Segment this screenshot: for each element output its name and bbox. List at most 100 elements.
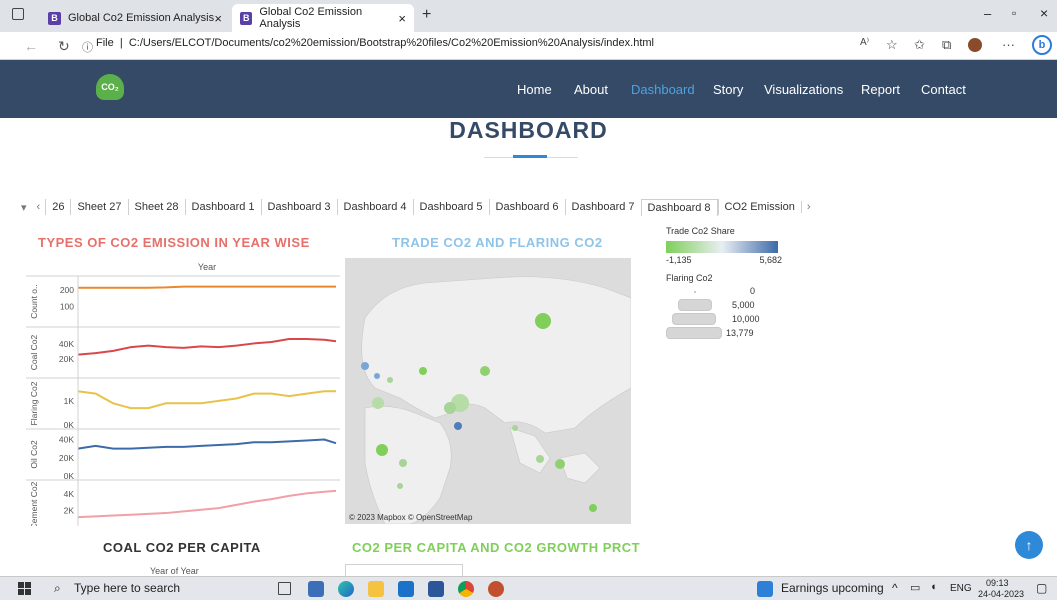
logo[interactable]: CO₂ <box>96 74 124 100</box>
flaring-bubble[interactable] <box>376 444 388 456</box>
y-tick-label: 1K <box>64 396 75 406</box>
flaring-bubble[interactable] <box>589 504 597 512</box>
sheet-tab[interactable]: Sheet 27 <box>70 199 127 215</box>
sheet-tab[interactable]: Dashboard 3 <box>260 199 337 215</box>
tab-close-icon[interactable]: × <box>214 11 222 26</box>
clock-date[interactable]: 24-04-2023 <box>978 589 1024 599</box>
language-indicator[interactable]: ENG <box>950 583 972 594</box>
clock-time[interactable]: 09:13 <box>986 578 1009 588</box>
series-line <box>77 489 337 519</box>
browser-tab-1[interactable]: B Global Co2 Emission Analysis × <box>40 4 230 32</box>
tab-close-icon[interactable]: × <box>398 11 406 26</box>
chrome-icon[interactable] <box>458 581 474 597</box>
mail-icon[interactable] <box>398 581 414 597</box>
sheet-tab[interactable]: Dashboard 1 <box>184 199 261 215</box>
sheet-tab-active[interactable]: Dashboard 8 <box>640 198 718 216</box>
nav-dashboard[interactable]: Dashboard <box>631 82 695 97</box>
flaring-bubble[interactable] <box>419 367 427 375</box>
task-view-icon[interactable] <box>278 582 291 595</box>
back-icon[interactable]: ← <box>24 38 38 54</box>
nav-visualizations[interactable]: Visualizations <box>764 82 843 97</box>
restore-icon[interactable]: ▫ <box>1012 6 1016 20</box>
news-icon[interactable] <box>757 581 773 597</box>
trade-bubble[interactable] <box>374 373 380 379</box>
map-title: TRADE CO2 AND FLARING CO2 <box>392 235 603 250</box>
info-icon[interactable]: ⓘ <box>82 39 93 55</box>
edge-icon[interactable] <box>338 581 354 597</box>
tab-actions-icon[interactable] <box>12 8 24 20</box>
flaring-bubble[interactable] <box>535 313 551 329</box>
bing-icon[interactable]: b <box>1032 35 1052 55</box>
map-svg <box>345 258 631 524</box>
sheet-tab[interactable]: Dashboard 6 <box>488 199 565 215</box>
flaring-bubble[interactable] <box>399 459 407 467</box>
nav-about[interactable]: About <box>574 82 608 97</box>
trade-bubble[interactable] <box>454 422 462 430</box>
sheet-tab[interactable]: 26 <box>45 199 70 215</box>
refresh-icon[interactable]: ↻ <box>58 38 70 55</box>
nav-home[interactable]: Home <box>517 82 552 97</box>
read-aloud-icon[interactable]: A⁾ <box>860 37 869 48</box>
y-tick-label: 20K <box>59 453 74 463</box>
flaring-bubble[interactable] <box>512 425 518 431</box>
collections-icon[interactable]: ⧉ <box>942 37 951 53</box>
tab-favicon-icon: B <box>48 11 61 25</box>
windows-start-icon[interactable] <box>18 582 31 595</box>
trade-bubble[interactable] <box>361 362 369 370</box>
sheet-tab[interactable]: Dashboard 7 <box>564 199 641 215</box>
trade-bubble[interactable] <box>387 377 393 383</box>
favorite-icon[interactable]: ☆ <box>886 37 898 53</box>
notifications-icon[interactable]: ▢ <box>1036 581 1047 595</box>
flaring-bubble[interactable] <box>555 459 565 469</box>
nav-story[interactable]: Story <box>713 82 743 97</box>
url-field[interactable]: File | C:/Users/ELCOT/Documents/co2%20em… <box>96 37 654 49</box>
row-label: Flaring Co2 <box>29 381 39 425</box>
flaring-bubble[interactable] <box>480 366 490 376</box>
row-label: Coal Co2 <box>29 335 39 371</box>
tray-chevron-icon[interactable]: ^ <box>892 581 898 595</box>
volume-icon[interactable]: ◖ <box>930 581 937 593</box>
browser-tab-2[interactable]: B Global Co2 Emission Analysis × <box>232 4 414 32</box>
close-window-icon[interactable]: × <box>1040 5 1048 21</box>
map[interactable] <box>345 258 631 524</box>
file-explorer-icon[interactable] <box>368 581 384 597</box>
flaring-bubble[interactable] <box>397 483 403 489</box>
app-icon[interactable] <box>488 581 504 597</box>
profile-avatar-icon[interactable] <box>968 38 982 52</box>
taskbar-search-input[interactable]: Type here to search <box>74 581 180 595</box>
new-tab-icon[interactable]: + <box>422 6 431 24</box>
search-icon[interactable]: ⌕ <box>54 581 61 596</box>
sheet-tab[interactable]: CO2 Emission <box>717 199 801 215</box>
row-label: Count o.. <box>29 284 39 319</box>
flaring-bubble[interactable] <box>372 397 384 409</box>
sheet-tab[interactable]: Dashboard 4 <box>336 199 413 215</box>
sheet-menu-icon[interactable]: ▾ <box>16 201 32 214</box>
flaring-bubble[interactable] <box>444 402 456 414</box>
sheet-tabs: ▾ ‹ 26 Sheet 27 Sheet 28 Dashboard 1 Das… <box>16 198 816 216</box>
more-icon[interactable]: ··· <box>1002 37 1015 52</box>
news-label[interactable]: Earnings upcoming <box>781 581 884 595</box>
series-line <box>77 438 337 450</box>
scroll-to-top-button[interactable]: ↑ <box>1015 531 1043 559</box>
y-tick-label: 0K <box>64 420 75 430</box>
size-label: 13,779 <box>726 328 754 338</box>
sheet-tab[interactable]: Sheet 28 <box>127 199 185 215</box>
sheet-prev-icon[interactable]: ‹ <box>32 201 46 213</box>
arrow-up-icon: ↑ <box>1025 537 1033 553</box>
y-tick-label: 200 <box>60 285 74 295</box>
favorites-icon[interactable]: ✩ <box>914 37 925 53</box>
nav-report[interactable]: Report <box>861 82 900 97</box>
map-credit: © 2023 Mapbox © OpenStreetMap <box>349 513 473 522</box>
network-icon[interactable]: ▭ <box>910 581 920 594</box>
browser-tab-bar: B Global Co2 Emission Analysis × B Globa… <box>0 0 1057 32</box>
word-icon[interactable] <box>428 581 444 597</box>
nav-contact[interactable]: Contact <box>921 82 966 97</box>
bottom-chart-frame <box>345 564 463 576</box>
flaring-bubble[interactable] <box>536 455 544 463</box>
legend: Trade Co2 Share -1,135 5,682 Flaring Co2… <box>666 226 786 343</box>
widgets-icon[interactable] <box>308 581 324 597</box>
minimize-icon[interactable]: – <box>984 6 991 21</box>
sheet-tab[interactable]: Dashboard 5 <box>412 199 489 215</box>
sheet-next-icon[interactable]: › <box>800 201 816 213</box>
coal-per-capita-subtitle: Year of Year <box>150 566 199 576</box>
